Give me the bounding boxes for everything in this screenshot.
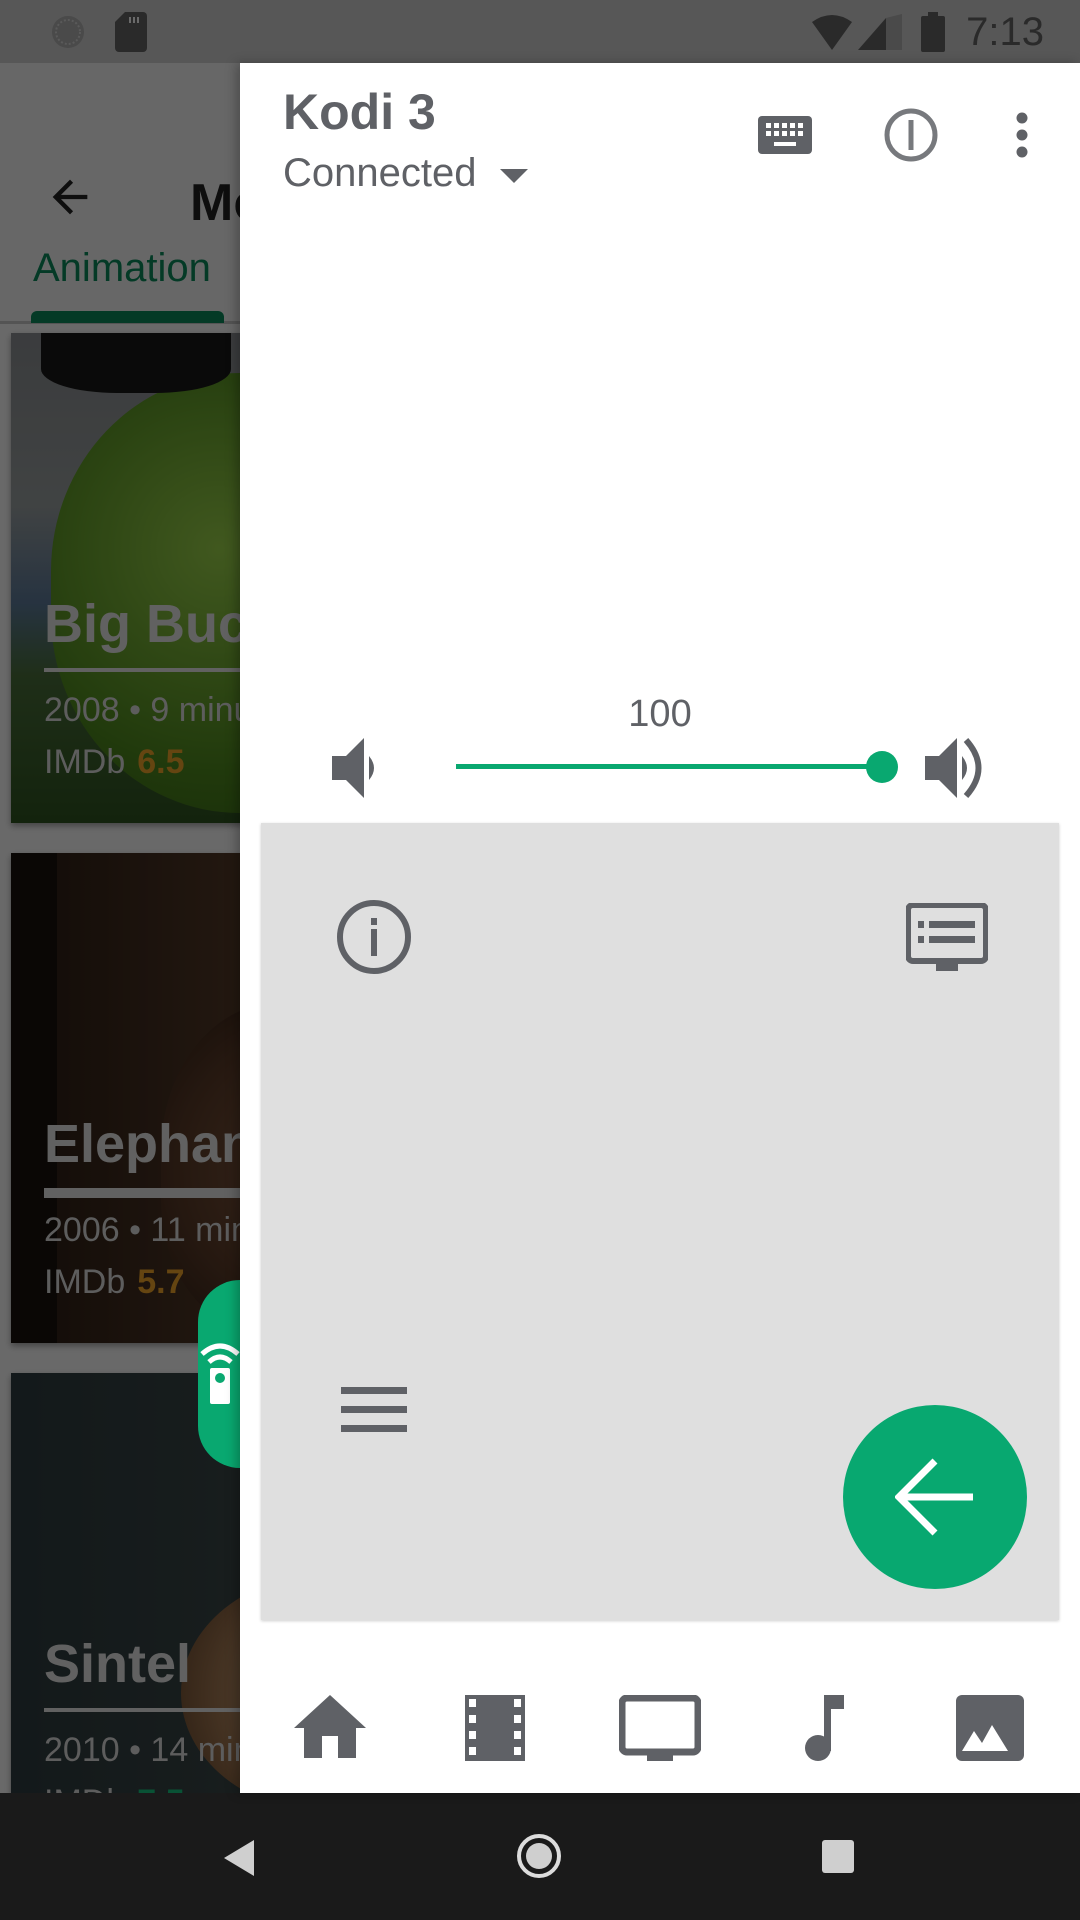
volume-up-icon — [925, 738, 982, 798]
keyboard-icon — [758, 116, 812, 154]
nav-music[interactable] — [775, 1678, 875, 1778]
host-selector[interactable]: Connected — [283, 151, 529, 196]
more-vert-icon — [1016, 112, 1028, 158]
slider-fill — [456, 764, 882, 769]
remote-panel: Kodi 3 Connected 100 — [240, 63, 1080, 1793]
power-button[interactable] — [871, 95, 951, 175]
nav-home[interactable] — [280, 1678, 380, 1778]
tv-icon — [618, 1695, 701, 1761]
volume-slider[interactable] — [456, 746, 898, 786]
volume-down-button[interactable] — [318, 728, 398, 808]
wifi-icon — [812, 15, 852, 50]
image-icon — [955, 1695, 1024, 1761]
host-name: Kodi 3 — [283, 84, 436, 140]
back-button[interactable] — [843, 1405, 1027, 1589]
nav-pictures[interactable] — [940, 1678, 1040, 1778]
remote-icon — [200, 1343, 240, 1404]
nav-recents-button[interactable] — [822, 1840, 854, 1873]
volume-up-button[interactable] — [920, 728, 1000, 808]
info-icon — [337, 900, 411, 974]
power-icon — [884, 108, 938, 162]
slider-thumb[interactable] — [866, 751, 898, 783]
context-menu-button[interactable] — [324, 1360, 424, 1460]
arrow-back-icon — [895, 1458, 973, 1536]
nav-tv[interactable] — [610, 1678, 710, 1778]
media-bottom-nav — [240, 1663, 1080, 1793]
more-options-button[interactable] — [982, 95, 1062, 175]
cell-signal-icon — [858, 14, 902, 50]
remote-touchpad[interactable] — [261, 823, 1059, 1620]
sd-card-icon — [115, 12, 147, 52]
keyboard-button[interactable] — [745, 95, 825, 175]
movie-film-icon — [465, 1695, 526, 1761]
info-button[interactable] — [324, 887, 424, 987]
nav-movies[interactable] — [445, 1678, 545, 1778]
battery-icon — [921, 12, 945, 52]
nav-back-button[interactable] — [224, 1840, 254, 1876]
osd-button[interactable] — [897, 887, 997, 987]
nav-home-button[interactable] — [517, 1834, 561, 1878]
clock: 7:13 — [966, 10, 1044, 54]
osd-list-icon — [906, 903, 988, 971]
home-icon — [294, 1695, 367, 1758]
sync-icon — [52, 16, 84, 48]
volume-down-icon — [332, 738, 374, 798]
menu-icon — [341, 1387, 407, 1432]
music-note-icon — [804, 1695, 844, 1761]
connection-status: Connected — [283, 151, 477, 195]
dropdown-arrow-icon — [500, 168, 529, 183]
